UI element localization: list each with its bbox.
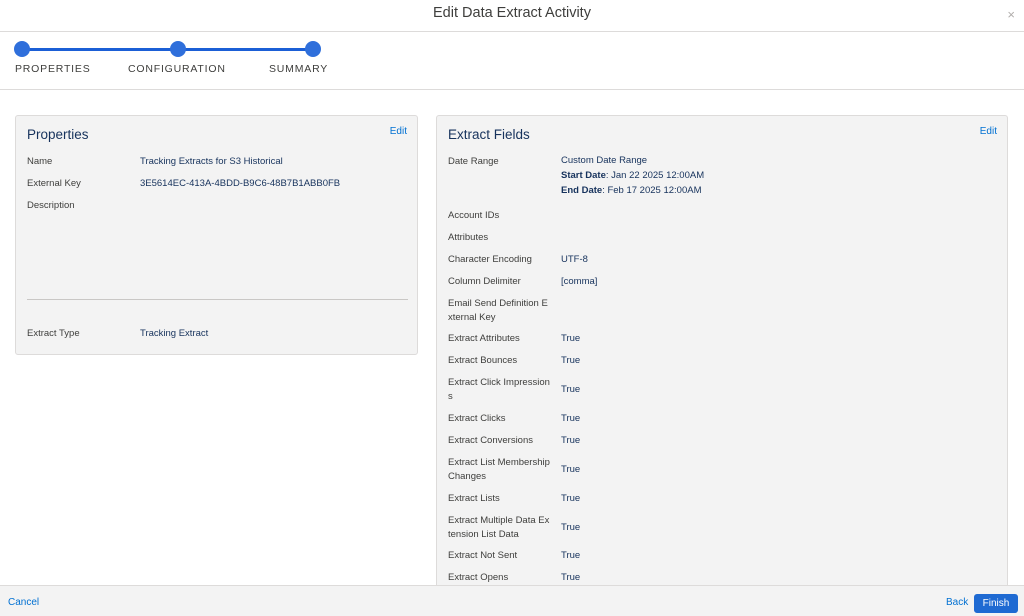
page-title: Edit Data Extract Activity — [433, 5, 591, 21]
step-label-configuration[interactable]: CONFIGURATION — [128, 63, 226, 75]
modal-footer: Cancel Back Finish — [0, 585, 1024, 616]
progress-bar — [22, 48, 313, 51]
end-date-label: End Date — [561, 185, 603, 196]
attributes-label: Attributes — [448, 232, 489, 243]
properties-title: Properties — [27, 127, 89, 142]
extract-type-value: Tracking Extract — [140, 328, 209, 339]
column-delimiter-label: Column Delimiter — [448, 276, 521, 287]
column-delimiter-value: [comma] — [561, 276, 598, 287]
extract-fields-card: Extract Fields Edit Date Range Custom Da… — [436, 115, 1008, 585]
extract-list-membership-changes-value: True — [561, 464, 581, 475]
extract-clicks-value: True — [561, 413, 581, 424]
step-dot-properties[interactable] — [14, 41, 30, 57]
cancel-button[interactable]: Cancel — [8, 597, 39, 608]
extract-bounces-label: Extract Bounces — [448, 355, 518, 366]
properties-edit-link[interactable]: Edit — [390, 126, 407, 137]
start-date-label: Start Date — [561, 170, 606, 181]
email-send-definition-label: Email Send Definition E xternal Key — [448, 298, 548, 323]
extract-click-impressions-label: Extract Click Impression s — [448, 377, 550, 402]
description-label: Description — [27, 200, 75, 211]
step-label-summary[interactable]: SUMMARY — [269, 63, 328, 75]
step-dot-summary[interactable] — [305, 41, 321, 57]
start-date-value: : Jan 22 2025 12:00AM — [605, 170, 705, 181]
back-button[interactable]: Back — [946, 597, 968, 608]
start-date: Start Date: Jan 22 2025 12:00AM — [561, 168, 704, 183]
step-label-properties[interactable]: PROPERTIES — [15, 63, 91, 75]
close-icon[interactable]: × — [1007, 7, 1015, 23]
progress-stepper: PROPERTIES CONFIGURATION SUMMARY — [0, 32, 1024, 90]
extract-lists-value: True — [561, 493, 581, 504]
modal-header: Edit Data Extract Activity × — [0, 0, 1024, 32]
extract-conversions-value: True — [561, 435, 581, 446]
extract-not-sent-label: Extract Not Sent — [448, 550, 518, 561]
extract-opens-label: Extract Opens — [448, 572, 509, 583]
extract-multiple-data-extension-label: Extract Multiple Data Ex tension List Da… — [448, 515, 550, 540]
extract-not-sent-value: True — [561, 550, 581, 561]
extract-clicks-label: Extract Clicks — [448, 413, 506, 424]
extract-attributes-label: Extract Attributes — [448, 333, 520, 344]
extract-list-membership-changes-label: Extract List Membership Changes — [448, 457, 550, 482]
extract-conversions-label: Extract Conversions — [448, 435, 534, 446]
end-date: End Date: Feb 17 2025 12:00AM — [561, 183, 701, 198]
extract-opens-value: True — [561, 572, 581, 583]
account-ids-label: Account IDs — [448, 210, 500, 221]
external-key-value: 3E5614EC-413A-4BDD-B9C6-48B7B1ABB0FB — [140, 178, 341, 189]
extract-bounces-value: True — [561, 355, 581, 366]
properties-card: Properties Edit Name Tracking Extracts f… — [15, 115, 418, 355]
date-range-value: Custom Date Range — [561, 155, 648, 166]
extract-multiple-data-extension-value: True — [561, 522, 581, 533]
date-range-label: Date Range — [448, 156, 499, 167]
external-key-label: External Key — [27, 178, 81, 189]
extract-attributes-value: True — [561, 333, 581, 344]
extract-click-impressions-value: True — [561, 384, 581, 395]
character-encoding-value: UTF-8 — [561, 254, 588, 265]
extract-fields-edit-link[interactable]: Edit — [980, 126, 997, 137]
step-dot-configuration[interactable] — [170, 41, 186, 57]
extract-type-label: Extract Type — [27, 328, 80, 339]
summary-content: Properties Edit Name Tracking Extracts f… — [0, 91, 1024, 585]
extract-fields-title: Extract Fields — [448, 127, 530, 142]
extract-lists-label: Extract Lists — [448, 493, 500, 504]
character-encoding-label: Character Encoding — [448, 254, 532, 265]
finish-button[interactable]: Finish — [974, 594, 1018, 613]
end-date-value: : Feb 17 2025 12:00AM — [602, 185, 702, 196]
divider — [27, 299, 408, 300]
name-label: Name — [27, 156, 53, 167]
name-value: Tracking Extracts for S3 Historical — [140, 156, 283, 167]
